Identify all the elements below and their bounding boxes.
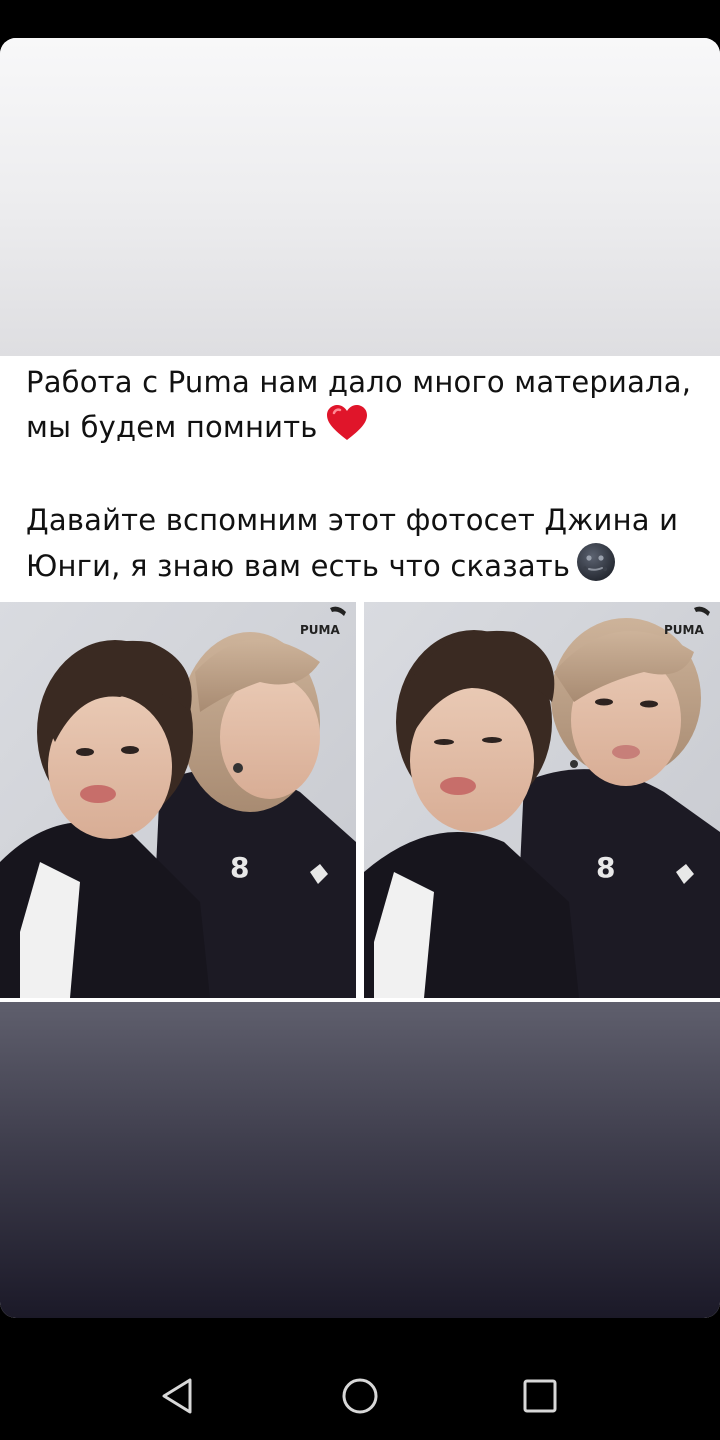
navigation-bar <box>0 1318 720 1440</box>
puma-logo-right: PUMA <box>664 623 704 637</box>
heart-emoji-icon <box>326 404 368 454</box>
svg-text:8: 8 <box>596 851 615 884</box>
story-card: Работа с Puma нам дало много материала, … <box>0 38 720 1318</box>
photo-collage: PUMA 8 PUMA 8 <box>0 602 720 1002</box>
post-paragraph-1: Работа с Puma нам дало много материала, … <box>26 360 694 454</box>
status-bar <box>0 0 720 38</box>
top-gradient-area <box>0 38 720 356</box>
photo-right[interactable]: PUMA 8 <box>364 602 720 998</box>
bottom-gradient-area <box>0 1002 720 1318</box>
post-text-block: Работа с Puma нам дало много материала, … <box>0 356 720 602</box>
new-moon-face-emoji-icon <box>576 542 616 594</box>
post-paragraph-2: Давайте вспомним этот фотосет Джина и Юн… <box>26 498 694 594</box>
home-circle-icon[interactable] <box>340 1376 380 1416</box>
photo-left[interactable]: PUMA 8 <box>0 602 356 998</box>
recents-square-icon[interactable] <box>520 1376 560 1416</box>
svg-text:8: 8 <box>230 851 249 884</box>
puma-logo-left: PUMA <box>300 623 340 637</box>
back-triangle-icon[interactable] <box>160 1376 200 1416</box>
